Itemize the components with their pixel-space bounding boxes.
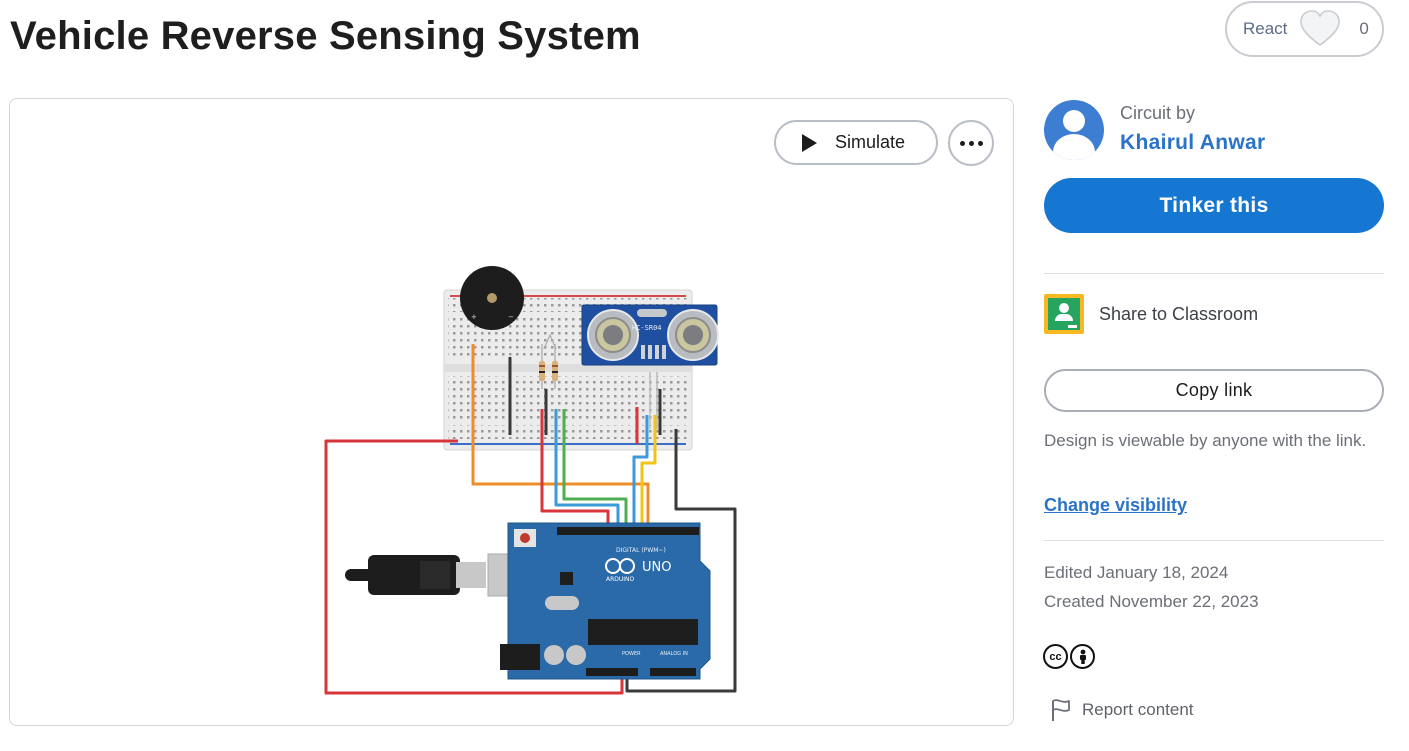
flag-icon — [1052, 699, 1070, 721]
react-count: 0 — [1359, 19, 1369, 38]
circuit-by-label: Circuit by — [1120, 103, 1196, 123]
google-classroom-icon — [1044, 294, 1084, 334]
author-name-link[interactable]: Khairul Anwar — [1120, 131, 1265, 155]
cc-icon: cc — [1043, 644, 1068, 669]
arduino-header-digital: DIGITAL (PWM~) — [616, 547, 666, 554]
arduino-header-analog: ANALOG IN — [660, 651, 688, 657]
heart-icon — [1300, 10, 1341, 46]
creative-commons-license[interactable]: cc — [1043, 644, 1095, 669]
report-content-label: Report content — [1082, 700, 1194, 719]
ellipsis-icon — [959, 140, 983, 146]
circuit-diagram: + − HC-SR04 DIGITAL (PWM~) ARDUINO UNO P… — [324, 266, 737, 695]
tinker-this-button[interactable]: Tinker this — [1044, 178, 1384, 233]
arduino-brand: ARDUINO — [606, 576, 635, 583]
attribution-icon — [1070, 644, 1095, 669]
more-options-button[interactable] — [948, 120, 994, 166]
change-visibility-link[interactable]: Change visibility — [1044, 495, 1187, 516]
react-label: React — [1243, 19, 1288, 38]
play-icon — [802, 133, 817, 152]
share-to-classroom-button[interactable]: Share to Classroom — [1044, 294, 1258, 334]
created-date: Created November 22, 2023 — [1044, 592, 1259, 611]
ultrasonic-sensor: HC-SR04 — [581, 304, 719, 366]
svg-text:−: − — [508, 313, 514, 321]
arduino-header-power: POWER — [622, 651, 641, 657]
react-button[interactable]: React 0 — [1225, 1, 1384, 57]
arduino-model: UNO — [642, 560, 671, 575]
avatar[interactable] — [1044, 100, 1104, 160]
visibility-note: Design is viewable by anyone with the li… — [1044, 431, 1367, 450]
piezo-buzzer: + − — [460, 266, 524, 330]
divider — [1044, 273, 1384, 274]
svg-text:+: + — [471, 313, 477, 321]
page-title: Vehicle Reverse Sensing System — [10, 14, 641, 58]
arduino-uno: DIGITAL (PWM~) ARDUINO UNO POWER ANALOG … — [500, 522, 711, 680]
report-content-button[interactable]: Report content — [1050, 698, 1194, 722]
edited-date: Edited January 18, 2024 — [1044, 563, 1229, 582]
author-block: Circuit by Khairul Anwar — [1044, 100, 1265, 160]
circuit-viewer[interactable]: + − HC-SR04 DIGITAL (PWM~) ARDUINO UNO P… — [9, 98, 1014, 726]
share-to-classroom-label: Share to Classroom — [1099, 303, 1259, 324]
copy-link-button[interactable]: Copy link — [1044, 369, 1384, 412]
simulate-label: Simulate — [835, 132, 906, 152]
divider — [1044, 540, 1384, 541]
simulate-button[interactable]: Simulate — [774, 120, 938, 165]
sensor-label: HC-SR04 — [632, 324, 662, 332]
